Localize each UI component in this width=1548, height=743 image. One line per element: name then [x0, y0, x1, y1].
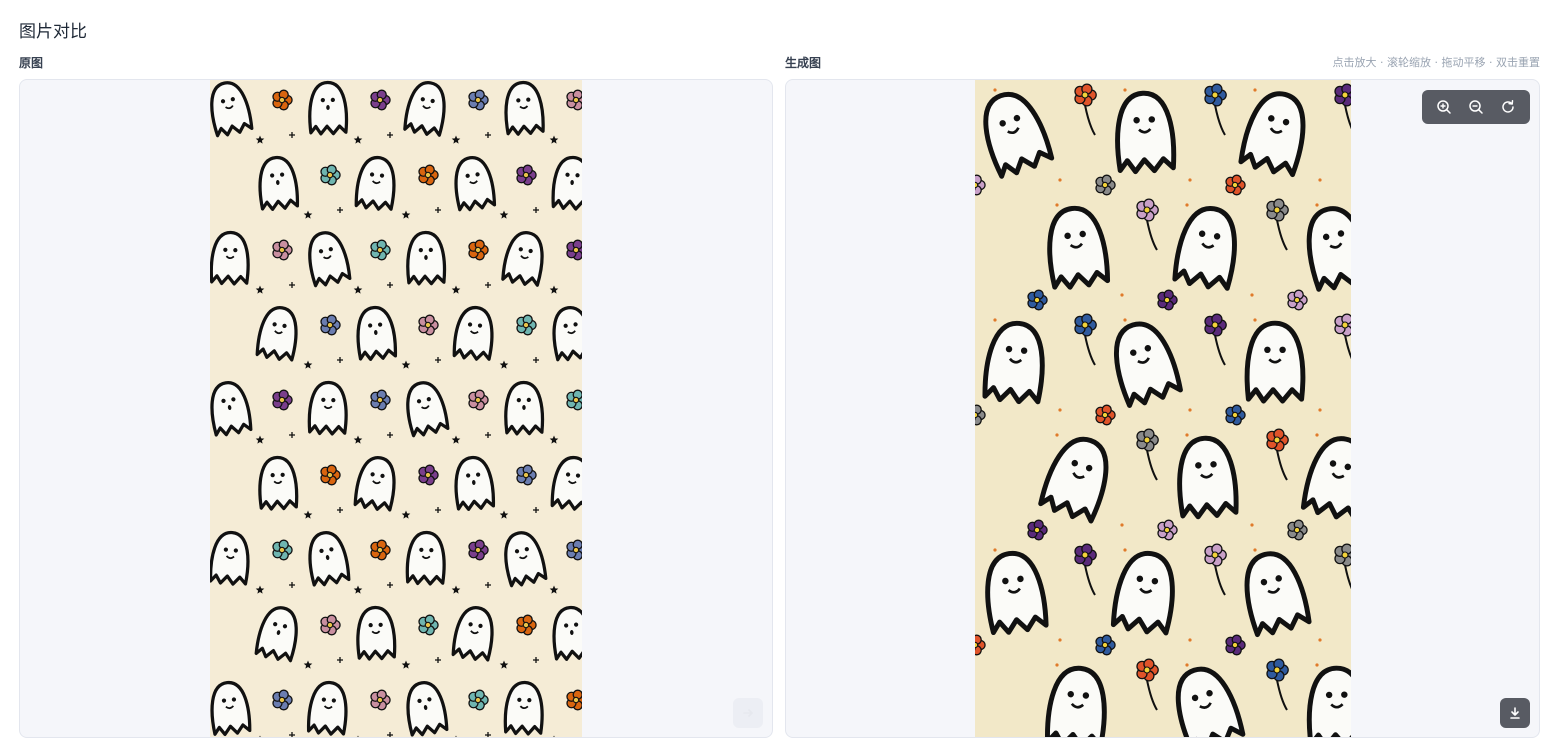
generated-image[interactable]	[975, 80, 1351, 737]
zoom-in-button[interactable]	[1432, 95, 1456, 119]
share-button[interactable]	[733, 698, 763, 728]
generated-pattern	[975, 80, 1351, 737]
interaction-hint: 点击放大 · 滚轮缩放 · 拖动平移 · 双击重置	[1332, 56, 1540, 69]
download-button[interactable]	[1500, 698, 1530, 728]
reset-icon	[1502, 100, 1514, 113]
zoom-out-button[interactable]	[1464, 95, 1488, 119]
generated-image-panel[interactable]	[785, 79, 1540, 738]
reset-button[interactable]	[1496, 95, 1520, 119]
generated-label: 生成图	[785, 56, 822, 70]
page-title: 图片对比	[19, 22, 87, 42]
zoom-out-icon	[1469, 100, 1483, 114]
original-image-panel[interactable]	[19, 79, 773, 738]
download-icon	[1510, 707, 1520, 719]
original-label: 原图	[19, 56, 44, 70]
original-image[interactable]	[210, 80, 582, 737]
zoom-toolbar	[1422, 90, 1530, 124]
original-pattern	[210, 80, 582, 737]
share-icon	[743, 709, 754, 717]
zoom-in-icon	[1437, 100, 1451, 114]
